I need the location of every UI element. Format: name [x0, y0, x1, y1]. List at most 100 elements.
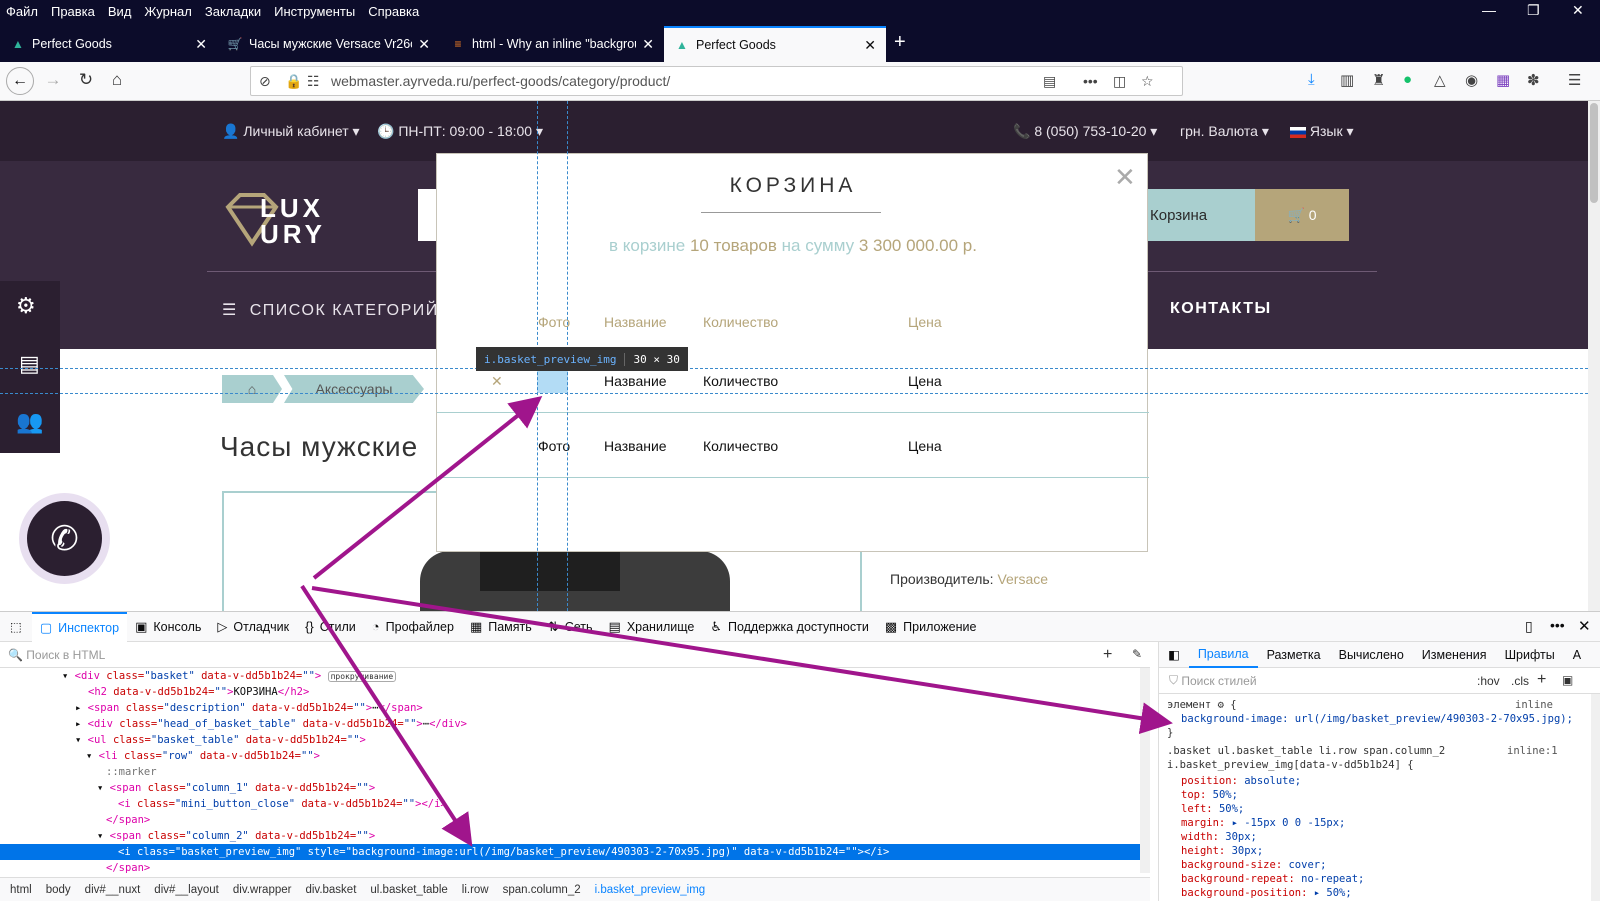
tree-node-selected[interactable]: <i class="basket_preview_img" style="bac…	[0, 844, 1140, 860]
tab-inspector[interactable]: ▢ Инспектор	[31, 611, 128, 642]
menu-bookmarks[interactable]: Закладки	[205, 4, 261, 19]
extension-triangle-icon[interactable]: △	[1434, 71, 1446, 89]
crumb-row[interactable]: li.row	[462, 884, 489, 896]
tree-node[interactable]: ▾ <li class="row" data-v-dd5b1b24="">	[0, 748, 1140, 764]
tab-network[interactable]: ⇅ Сеть	[540, 612, 601, 642]
downloads-icon[interactable]: ⤓	[1308, 71, 1315, 88]
currency-dropdown[interactable]: грн. Валюта ▾	[1180, 123, 1269, 140]
css-decl[interactable]: top: 50%;	[1181, 788, 1238, 802]
menu-file[interactable]: Файл	[6, 4, 38, 19]
crumb-basket[interactable]: div.basket	[305, 884, 356, 896]
tab-style-editor[interactable]: {} Стили	[297, 612, 364, 642]
cart-button[interactable]: Корзина	[1148, 189, 1255, 241]
html-tree-scrollbar[interactable]	[1140, 668, 1150, 873]
settings-gears-icon[interactable]: ⚙	[16, 293, 36, 319]
tab-animations[interactable]: А	[1564, 642, 1590, 668]
users-icon[interactable]: 👥	[16, 409, 43, 435]
document-icon[interactable]: ▤	[19, 351, 40, 377]
menu-edit[interactable]: Правка	[51, 4, 95, 19]
extension-icon[interactable]: ♜	[1372, 71, 1385, 89]
pocket-icon[interactable]: ◫	[1113, 73, 1126, 90]
rules-scrollbar[interactable]	[1591, 694, 1600, 901]
close-devtools-icon[interactable]: ✕	[1578, 617, 1591, 635]
tab-computed[interactable]: Вычислено	[1330, 642, 1413, 668]
scrollbar-thumb[interactable]	[1590, 103, 1598, 203]
tracking-protection-icon[interactable]: ⊘	[259, 73, 271, 90]
tab-stackoverflow[interactable]: ≡ html - Why an inline "backgrou ✕	[440, 26, 664, 62]
phone-dropdown[interactable]: 📞 8 (050) 753-10-20 ▾	[1013, 123, 1157, 140]
extension-grid-icon[interactable]: ▦	[1496, 71, 1510, 89]
html-search-input[interactable]: 🔍 Поиск в HTML + ✎	[0, 642, 1150, 668]
print-media-icon[interactable]: ▣	[1562, 673, 1573, 687]
reader-view-icon[interactable]: ▤	[1043, 73, 1056, 90]
back-button[interactable]: ←	[6, 67, 34, 95]
close-tab-icon[interactable]: ✕	[864, 37, 876, 54]
dock-mode-icon[interactable]: ▯	[1525, 618, 1533, 635]
css-decl[interactable]: background-repeat: no-repeat;	[1181, 872, 1364, 886]
css-decl[interactable]: position: absolute;	[1181, 774, 1301, 788]
tab-changes[interactable]: Изменения	[1413, 642, 1496, 668]
style-filter-input[interactable]: ⛉ Поиск стилей :hov .cls + ▣	[1159, 668, 1600, 694]
page-actions-icon[interactable]: •••	[1083, 73, 1098, 89]
menu-history[interactable]: Журнал	[144, 4, 191, 19]
css-decl[interactable]: height: 30px;	[1181, 844, 1263, 858]
cls-toggle[interactable]: .cls	[1511, 674, 1529, 688]
contacts-link[interactable]: КОНТАКТЫ	[1170, 300, 1272, 318]
crumb-layout[interactable]: div#__layout	[154, 884, 219, 896]
element-rule-decl[interactable]: background-image: url(/img/basket_previe…	[1181, 712, 1573, 726]
tree-node[interactable]: <i class="mini_button_close" data-v-dd5b…	[0, 796, 1140, 812]
close-tab-icon[interactable]: ✕	[418, 36, 430, 53]
css-decl[interactable]: left: 50%;	[1181, 802, 1244, 816]
css-decl[interactable]: background-position: ▸ 50%;	[1181, 886, 1352, 900]
breadcrumb-home[interactable]: ⌂	[222, 375, 282, 403]
tab-watch[interactable]: 🛒 Часы мужские Versace Vr26ccs ✕	[217, 26, 440, 62]
bookmark-star-icon[interactable]: ☆	[1141, 73, 1154, 90]
devtools-menu-icon[interactable]: •••	[1550, 617, 1565, 633]
forward-button[interactable]: →	[41, 70, 65, 90]
css-decl[interactable]: margin: ▸ -15px 0 0 -15px;	[1181, 816, 1345, 830]
crumb-nuxt[interactable]: div#__nuxt	[85, 884, 141, 896]
add-node-icon[interactable]: +	[1103, 646, 1112, 664]
crumb-body[interactable]: body	[46, 884, 71, 896]
new-tab-button[interactable]: +	[894, 31, 906, 54]
reload-button[interactable]: ↻	[74, 70, 98, 90]
menu-help[interactable]: Справка	[368, 4, 419, 19]
eyedropper-icon[interactable]: ✎	[1132, 647, 1142, 661]
crumb-basket-table[interactable]: ul.basket_table	[370, 884, 447, 896]
css-decl[interactable]: background-size: cover;	[1181, 858, 1326, 872]
library-icon[interactable]: ▥	[1340, 71, 1354, 89]
crumb-preview-img[interactable]: i.basket_preview_img	[595, 884, 706, 896]
insecure-lock-icon[interactable]: 🔒	[285, 73, 302, 90]
permissions-icon[interactable]: ☷	[307, 73, 320, 90]
rule-source[interactable]: inline	[1515, 698, 1553, 712]
account-icon[interactable]: ◉	[1465, 71, 1478, 89]
callback-button[interactable]: ✆	[19, 493, 110, 584]
tab-application[interactable]: ▩ Приложение	[877, 612, 985, 642]
crumb-column-2[interactable]: span.column_2	[503, 884, 581, 896]
tree-node[interactable]: ▾ <span class="column_1" data-v-dd5b1b24…	[0, 780, 1140, 796]
page-scrollbar[interactable]	[1588, 101, 1600, 611]
rule-source[interactable]: inline:1	[1507, 744, 1558, 758]
close-tab-icon[interactable]: ✕	[195, 36, 207, 53]
cart-count-button[interactable]: 🛒 0	[1255, 189, 1349, 241]
home-button[interactable]: ⌂	[105, 70, 129, 90]
tab-storage[interactable]: ▤ Хранилище	[601, 612, 703, 642]
site-logo[interactable]: LUX URY	[222, 191, 342, 251]
tab-debugger[interactable]: ▷ Отладчик	[209, 612, 297, 642]
tree-node[interactable]: ▸ <span class="description" data-v-dd5b1…	[0, 700, 1140, 716]
minimize-icon[interactable]: —	[1482, 2, 1496, 18]
add-rule-icon[interactable]: +	[1537, 671, 1546, 689]
tab-accessibility[interactable]: ♿ Поддержка доступности	[702, 612, 877, 642]
tab-fonts[interactable]: Шрифты	[1496, 642, 1564, 668]
tree-node[interactable]: <h2 data-v-dd5b1b24="">КОРЗИНА</h2>	[0, 684, 1140, 700]
tree-node[interactable]: ▸ <div class="head_of_basket_table" data…	[0, 716, 1140, 732]
language-dropdown[interactable]: Язык ▾	[1290, 123, 1354, 140]
element-picker-icon[interactable]: ⬚	[0, 612, 32, 642]
modal-close-icon[interactable]: ✕	[1114, 162, 1136, 193]
tab-perfect-goods-active[interactable]: ▲ Perfect Goods ✕	[664, 26, 886, 62]
close-tab-icon[interactable]: ✕	[642, 36, 654, 53]
menu-view[interactable]: Вид	[108, 4, 132, 19]
url-bar[interactable]: ⊘ 🔒 ☷ webmaster.ayrveda.ru/perfect-goods…	[250, 66, 1183, 96]
tab-console[interactable]: ▣ Консоль	[127, 612, 209, 642]
tab-perfect-goods-1[interactable]: ▲ Perfect Goods ✕	[0, 26, 217, 62]
